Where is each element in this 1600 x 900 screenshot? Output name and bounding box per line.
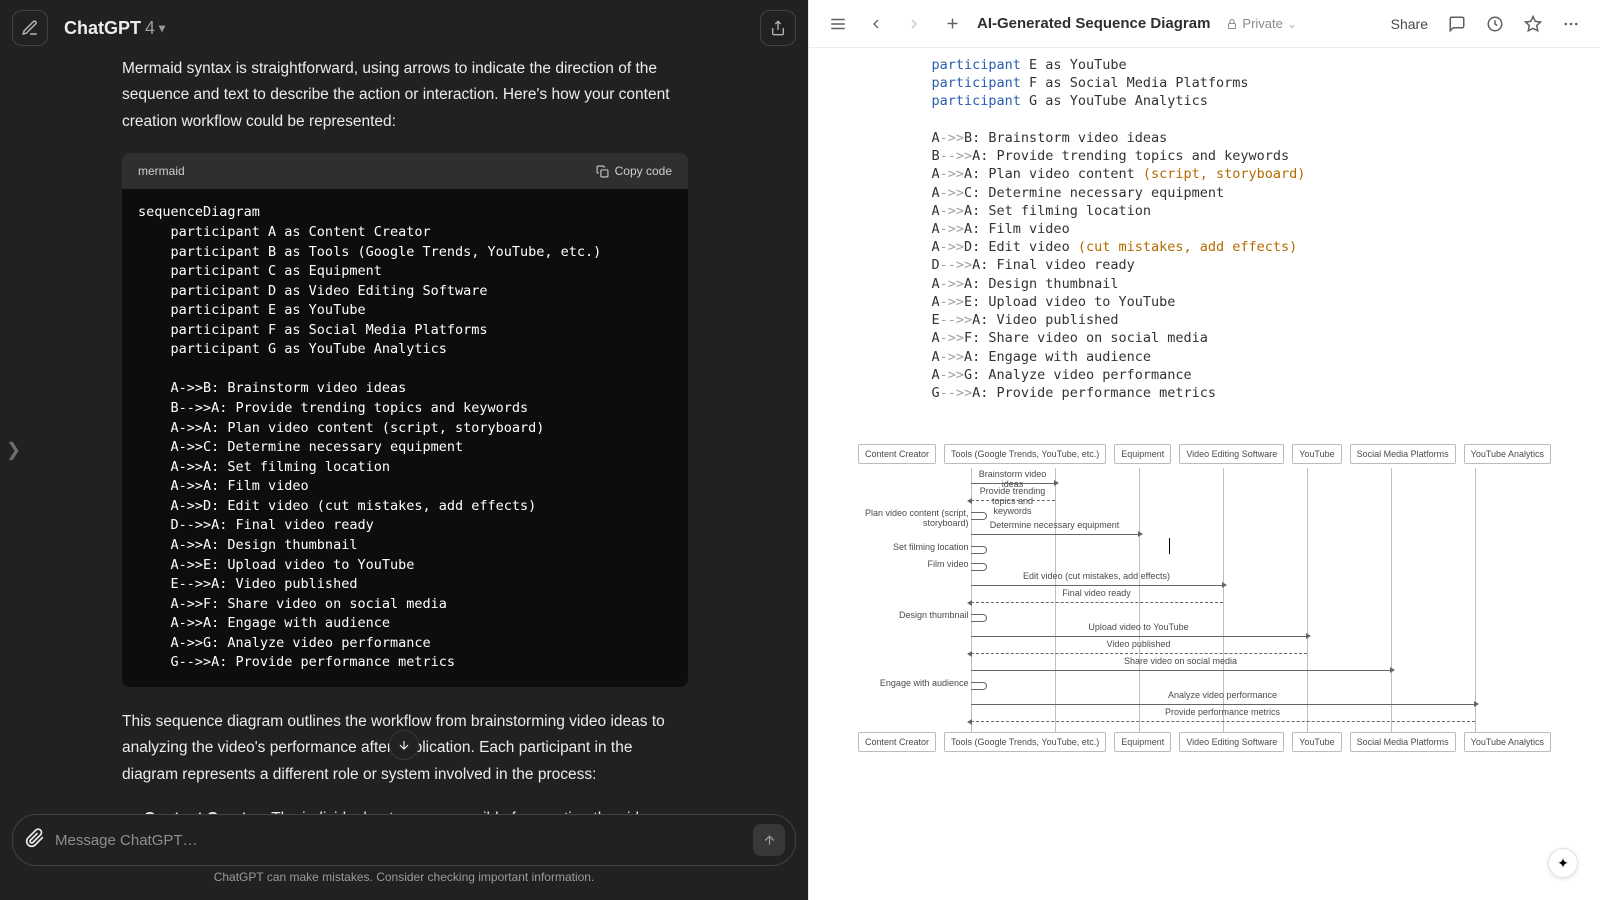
diagram-participant: Tools (Google Trends, YouTube, etc.): [944, 444, 1106, 464]
chevron-down-icon: ▾: [159, 21, 165, 35]
diagram-participant: Tools (Google Trends, YouTube, etc.): [944, 732, 1106, 752]
attach-icon[interactable]: [25, 828, 45, 853]
diagram-participant: Equipment: [1114, 444, 1171, 464]
chevron-down-icon: ⌄: [1287, 17, 1297, 31]
diagram-participants-top: Content CreatorTools (Google Trends, You…: [899, 444, 1510, 464]
share-button[interactable]: Share: [1383, 12, 1436, 36]
code-language-label: mermaid: [138, 161, 185, 181]
diagram-participant: Content Creator: [858, 732, 936, 752]
diagram-participant: YouTube: [1292, 732, 1341, 752]
diagram-participants-bottom: Content CreatorTools (Google Trends, You…: [899, 732, 1510, 752]
diagram-participant: YouTube: [1292, 444, 1341, 464]
comments-icon[interactable]: [1440, 7, 1474, 41]
clipboard-icon: [596, 165, 609, 178]
new-chat-icon[interactable]: [12, 10, 48, 46]
nav-back-icon[interactable]: [859, 7, 893, 41]
notion-pane: AI-Generated Sequence Diagram Private ⌄ …: [808, 0, 1600, 900]
intro-paragraph: Mermaid syntax is straightforward, using…: [122, 56, 688, 135]
model-version: 4: [145, 18, 155, 39]
privacy-label: Private: [1242, 16, 1282, 31]
participant-bullet-list: Content Creator: The individual or team …: [122, 806, 688, 814]
diagram-participant: Social Media Platforms: [1350, 732, 1456, 752]
message-input[interactable]: [55, 832, 743, 849]
lock-icon: [1226, 18, 1238, 30]
disclaimer-text: ChatGPT can make mistakes. Consider chec…: [12, 866, 796, 894]
doc-header: AI-Generated Sequence Diagram Private ⌄ …: [809, 0, 1600, 48]
message-composer[interactable]: [12, 814, 796, 866]
sequence-diagram: Content CreatorTools (Google Trends, You…: [899, 444, 1510, 752]
history-icon[interactable]: [1478, 7, 1512, 41]
code-block: mermaid Copy code sequenceDiagram partic…: [122, 153, 688, 687]
ai-assist-fab[interactable]: ✦: [1548, 848, 1578, 878]
share-icon[interactable]: [760, 10, 796, 46]
chat-scroll-area[interactable]: Mermaid syntax is straightforward, using…: [0, 56, 808, 814]
diagram-participant: Video Editing Software: [1179, 444, 1284, 464]
code-text: sequenceDiagram participant A as Content…: [138, 203, 672, 673]
doc-title[interactable]: AI-Generated Sequence Diagram: [977, 15, 1210, 32]
mermaid-source[interactable]: participant E as YouTube participant F a…: [899, 56, 1510, 402]
doc-body[interactable]: participant E as YouTube participant F a…: [809, 48, 1600, 900]
arrow-up-icon: [762, 833, 777, 848]
diagram-participant: YouTube Analytics: [1464, 732, 1551, 752]
model-name: ChatGPT: [64, 18, 141, 39]
list-item: Content Creator: The individual or team …: [144, 806, 688, 814]
diagram-participant: Content Creator: [858, 444, 936, 464]
diagram-participant: YouTube Analytics: [1464, 444, 1551, 464]
copy-code-button[interactable]: Copy code: [596, 161, 672, 181]
scroll-to-bottom-button[interactable]: [389, 730, 419, 760]
diagram-lanes: Brainstorm video ideasProvide trending t…: [935, 468, 1475, 732]
diagram-participant: Video Editing Software: [1179, 732, 1284, 752]
sidebar-collapsed-handle[interactable]: ❯: [6, 440, 21, 461]
privacy-selector[interactable]: Private ⌄: [1226, 16, 1297, 31]
diagram-participant: Social Media Platforms: [1350, 444, 1456, 464]
send-button[interactable]: [753, 824, 785, 856]
menu-icon[interactable]: [821, 7, 855, 41]
code-body[interactable]: sequenceDiagram participant A as Content…: [122, 189, 688, 687]
code-header: mermaid Copy code: [122, 153, 688, 189]
chat-header: ChatGPT 4 ▾: [0, 0, 808, 56]
chatgpt-pane: ChatGPT 4 ▾ ❯ Mermaid syntax is straight…: [0, 0, 808, 900]
model-selector[interactable]: ChatGPT 4 ▾: [56, 14, 173, 43]
composer-area: ChatGPT can make mistakes. Consider chec…: [0, 814, 808, 900]
star-icon[interactable]: [1516, 7, 1550, 41]
nav-forward-icon[interactable]: [897, 7, 931, 41]
more-icon[interactable]: [1554, 7, 1588, 41]
arrow-down-icon: [397, 738, 411, 752]
new-page-icon[interactable]: [935, 7, 969, 41]
copy-code-label: Copy code: [615, 161, 672, 181]
diagram-participant: Equipment: [1114, 732, 1171, 752]
